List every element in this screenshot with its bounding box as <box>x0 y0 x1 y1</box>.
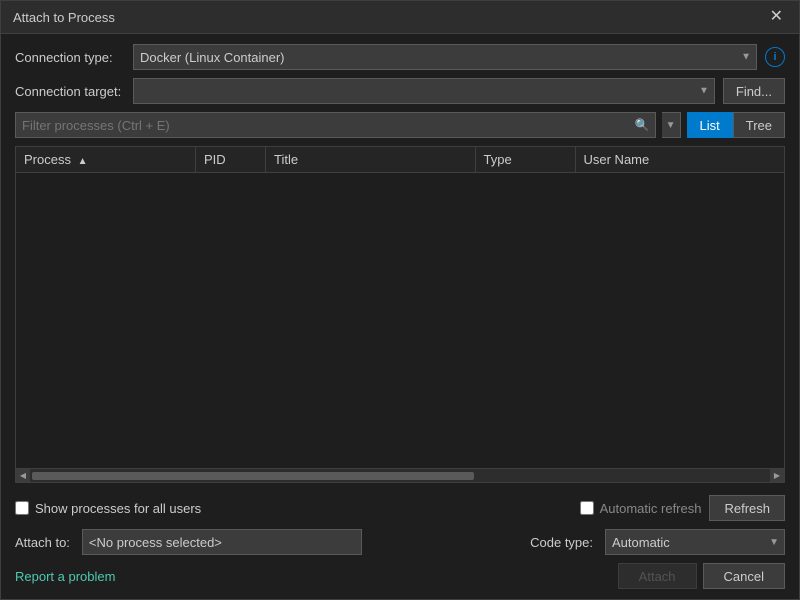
connection-type-row: Connection type: Docker (Linux Container… <box>15 44 785 70</box>
show-all-users-label: Show processes for all users <box>35 501 201 516</box>
action-buttons: Attach Cancel <box>618 563 785 589</box>
bottom-section: Show processes for all users Automatic r… <box>15 491 785 589</box>
scroll-right-button[interactable]: ▶ <box>770 469 784 483</box>
code-type-label: Code type: <box>530 535 593 550</box>
process-table: Process ▲ PID Title Type User Name <box>15 146 785 483</box>
auto-refresh-checkbox[interactable] <box>580 501 594 515</box>
show-all-users-checkbox[interactable] <box>15 501 29 515</box>
filter-input[interactable] <box>15 112 656 138</box>
action-row: Report a problem Attach Cancel <box>15 563 785 589</box>
dialog-title: Attach to Process <box>13 10 115 25</box>
connection-type-select-wrapper: Docker (Linux Container) Default Remote … <box>133 44 757 70</box>
column-header-username[interactable]: User Name <box>576 147 785 172</box>
filter-input-wrapper: 🔍 <box>15 112 656 138</box>
scroll-track[interactable] <box>32 472 768 480</box>
column-header-type[interactable]: Type <box>476 147 576 172</box>
code-type-select-wrapper: Automatic Managed (.NET) Native Script ▼ <box>605 529 785 555</box>
column-header-process[interactable]: Process ▲ <box>16 147 196 172</box>
refresh-button[interactable]: Refresh <box>709 495 785 521</box>
search-icon: 🔍 <box>635 118 650 132</box>
column-header-pid[interactable]: PID <box>196 147 266 172</box>
column-header-title[interactable]: Title <box>266 147 476 172</box>
connection-target-label: Connection target: <box>15 84 125 99</box>
auto-refresh-checkbox-label[interactable]: Automatic refresh <box>580 501 702 516</box>
title-bar: Attach to Process ✕ <box>1 1 799 34</box>
connection-target-row: Connection target: ▼ Find... <box>15 78 785 104</box>
code-type-select[interactable]: Automatic Managed (.NET) Native Script <box>605 529 785 555</box>
tree-view-button[interactable]: Tree <box>733 112 785 138</box>
attach-to-input[interactable] <box>82 529 362 555</box>
scroll-left-button[interactable]: ◀ <box>16 469 30 483</box>
show-all-users-checkbox-label[interactable]: Show processes for all users <box>15 501 201 516</box>
auto-refresh-group: Automatic refresh Refresh <box>580 495 785 521</box>
table-body <box>16 173 784 468</box>
connection-target-select[interactable] <box>133 78 715 104</box>
scroll-thumb[interactable] <box>32 472 474 480</box>
report-problem-link[interactable]: Report a problem <box>15 569 115 584</box>
info-icon[interactable]: i <box>765 47 785 67</box>
view-toggle: List Tree <box>687 112 785 138</box>
cancel-button[interactable]: Cancel <box>703 563 785 589</box>
dialog-body: Connection type: Docker (Linux Container… <box>1 34 799 599</box>
attach-button[interactable]: Attach <box>618 563 697 589</box>
close-button[interactable]: ✕ <box>766 9 787 25</box>
auto-refresh-label-text: Automatic refresh <box>600 501 702 516</box>
attach-to-label: Attach to: <box>15 535 70 550</box>
attach-row: Attach to: Code type: Automatic Managed … <box>15 529 785 555</box>
sort-arrow-icon: ▲ <box>78 156 88 167</box>
horizontal-scrollbar[interactable]: ◀ ▶ <box>16 468 784 482</box>
find-button[interactable]: Find... <box>723 78 785 104</box>
filter-row: 🔍 ▼ List Tree <box>15 112 785 138</box>
connection-type-select[interactable]: Docker (Linux Container) Default Remote <box>133 44 757 70</box>
search-dropdown[interactable]: ▼ <box>662 112 681 138</box>
table-header: Process ▲ PID Title Type User Name <box>16 147 784 173</box>
list-view-button[interactable]: List <box>687 112 733 138</box>
connection-type-label: Connection type: <box>15 50 125 65</box>
attach-to-process-dialog: Attach to Process ✕ Connection type: Doc… <box>0 0 800 600</box>
options-row: Show processes for all users Automatic r… <box>15 495 785 521</box>
connection-target-select-wrapper: ▼ <box>133 78 715 104</box>
